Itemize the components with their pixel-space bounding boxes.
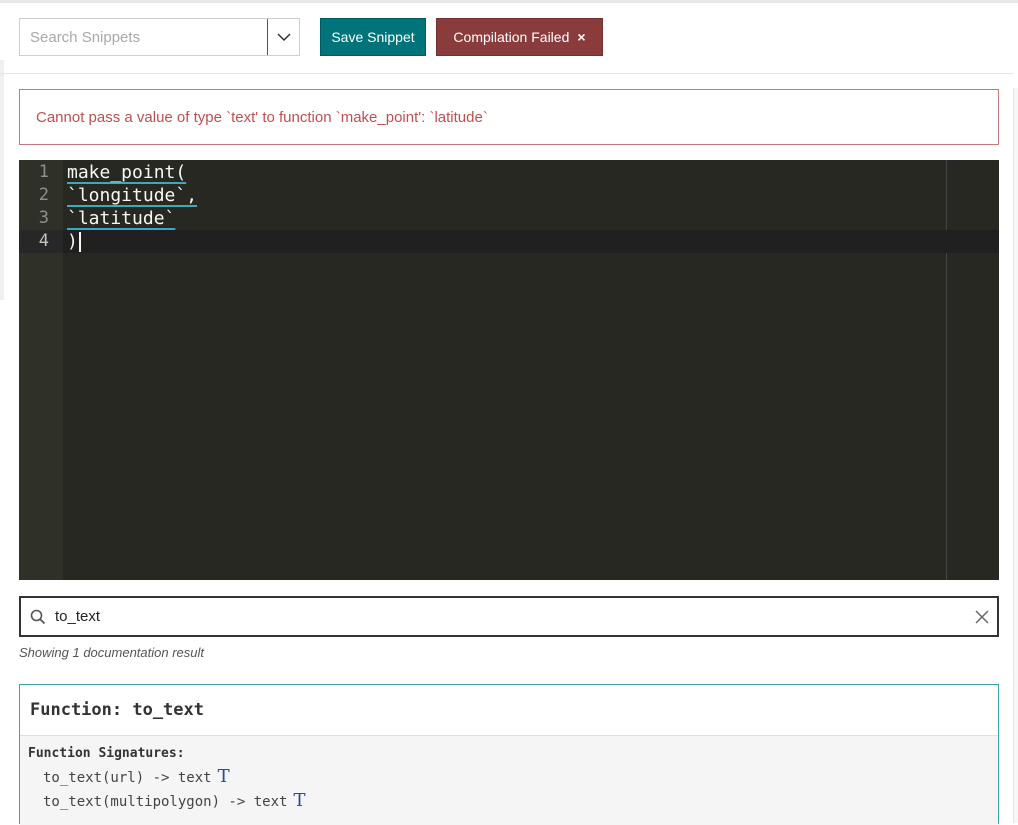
editor-line[interactable]: 3 `latitude` [19,207,999,230]
text-type-icon: T [217,766,230,787]
doc-card-body: Function Signatures: to_text(url) -> tex… [20,736,998,825]
function-signature: to_text(url) -> text T [28,765,998,789]
function-signature: to_text(multipolygon) -> text T [28,789,998,813]
close-icon: × [577,29,586,45]
editor-line[interactable]: 1 make_point( [19,161,999,184]
left-edge-panel [0,60,4,300]
doc-card-title: Function: to_text [20,685,998,736]
chevron-down-icon [276,32,291,41]
code-text: `latitude` [67,208,176,229]
doc-search-box[interactable] [19,596,999,637]
save-snippet-label: Save Snippet [331,29,415,45]
code-text-active: ) [67,230,81,253]
snippet-search-input[interactable] [20,19,267,55]
signatures-heading: Function Signatures: [28,746,185,761]
compilation-status-button[interactable]: Compilation Failed × [436,18,603,56]
line-number: 4 [38,231,49,251]
text-cursor [78,232,81,252]
doc-result-count: Showing 1 documentation result [19,645,205,660]
search-icon [21,609,55,625]
right-scroll-edge[interactable] [1013,88,1018,823]
top-border [0,0,1018,3]
editor-line-active[interactable]: 4 ) [19,230,999,253]
signature-text: to_text(url) -> text [43,770,212,786]
error-message-text: Cannot pass a value of type `text' to fu… [36,108,488,126]
line-number: 1 [38,162,49,182]
code-editor[interactable]: 1 make_point( 2 `longitude`, 3 `latitude… [19,160,999,580]
save-snippet-button[interactable]: Save Snippet [320,18,426,56]
line-number: 3 [38,208,49,228]
doc-search-input[interactable] [55,608,967,625]
snippet-dropdown-toggle[interactable] [267,19,299,55]
toolbar-divider [0,73,1013,74]
clear-search-icon[interactable] [967,609,997,625]
editor-line[interactable]: 2 `longitude`, [19,184,999,207]
code-text: ) [67,231,78,252]
snippet-search-combobox[interactable] [19,18,300,56]
code-text: `longitude`, [67,185,198,206]
text-type-icon: T [293,790,306,811]
signature-text: to_text(multipolygon) -> text [43,794,288,810]
error-message-box: Cannot pass a value of type `text' to fu… [19,89,999,145]
documentation-card: Function: to_text Function Signatures: t… [19,684,999,825]
compilation-status-label: Compilation Failed [453,29,570,45]
code-text: make_point( [67,162,187,183]
line-number: 2 [38,185,49,205]
